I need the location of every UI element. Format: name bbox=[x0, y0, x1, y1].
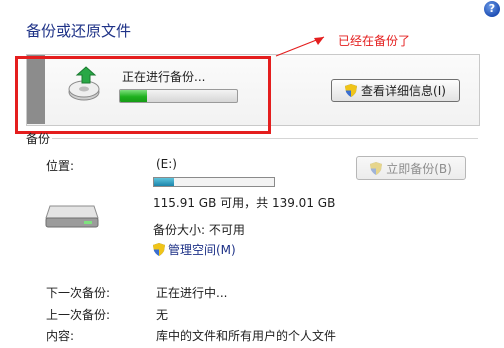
backup-now-label: 立即备份(B) bbox=[386, 161, 452, 176]
location-label: 位置: bbox=[46, 159, 75, 173]
contents-value: 库中的文件和所有用户的个人文件 bbox=[156, 329, 337, 343]
section-divider bbox=[52, 138, 478, 139]
manage-space-label: 管理空间(M) bbox=[168, 243, 236, 257]
next-backup-label: 下一次备份: bbox=[46, 286, 111, 300]
hard-drive-icon bbox=[45, 205, 99, 228]
disk-free-text: 115.91 GB 可用，共 139.01 GB bbox=[153, 196, 336, 210]
view-details-button[interactable]: 查看详细信息(I) bbox=[331, 79, 460, 102]
annotation-arrow bbox=[275, 36, 325, 57]
backup-now-button[interactable]: 立即备份(B) bbox=[356, 156, 466, 180]
next-backup-value: 正在进行中... bbox=[156, 286, 228, 300]
manage-space-link[interactable]: 管理空间(M) bbox=[153, 241, 236, 258]
section-backup-title: 备份 bbox=[26, 132, 51, 146]
view-details-label: 查看详细信息(I) bbox=[361, 84, 446, 98]
disk-usage-bar bbox=[153, 177, 275, 187]
shield-icon bbox=[370, 161, 383, 175]
page-title: 备份或还原文件 bbox=[26, 22, 132, 40]
shield-icon bbox=[345, 84, 358, 97]
drive-value: (E:) bbox=[156, 157, 177, 171]
backup-size-text: 备份大小: 不可用 bbox=[153, 223, 245, 237]
shield-icon bbox=[153, 243, 165, 256]
last-backup-value: 无 bbox=[156, 308, 169, 322]
highlight-box bbox=[15, 56, 271, 134]
disk-usage-fill bbox=[154, 178, 175, 186]
annotation-text: 已经在备份了 bbox=[338, 34, 411, 48]
last-backup-label: 上一次备份: bbox=[46, 308, 111, 322]
contents-label: 内容: bbox=[46, 329, 75, 343]
help-icon[interactable]: ? bbox=[484, 1, 500, 17]
